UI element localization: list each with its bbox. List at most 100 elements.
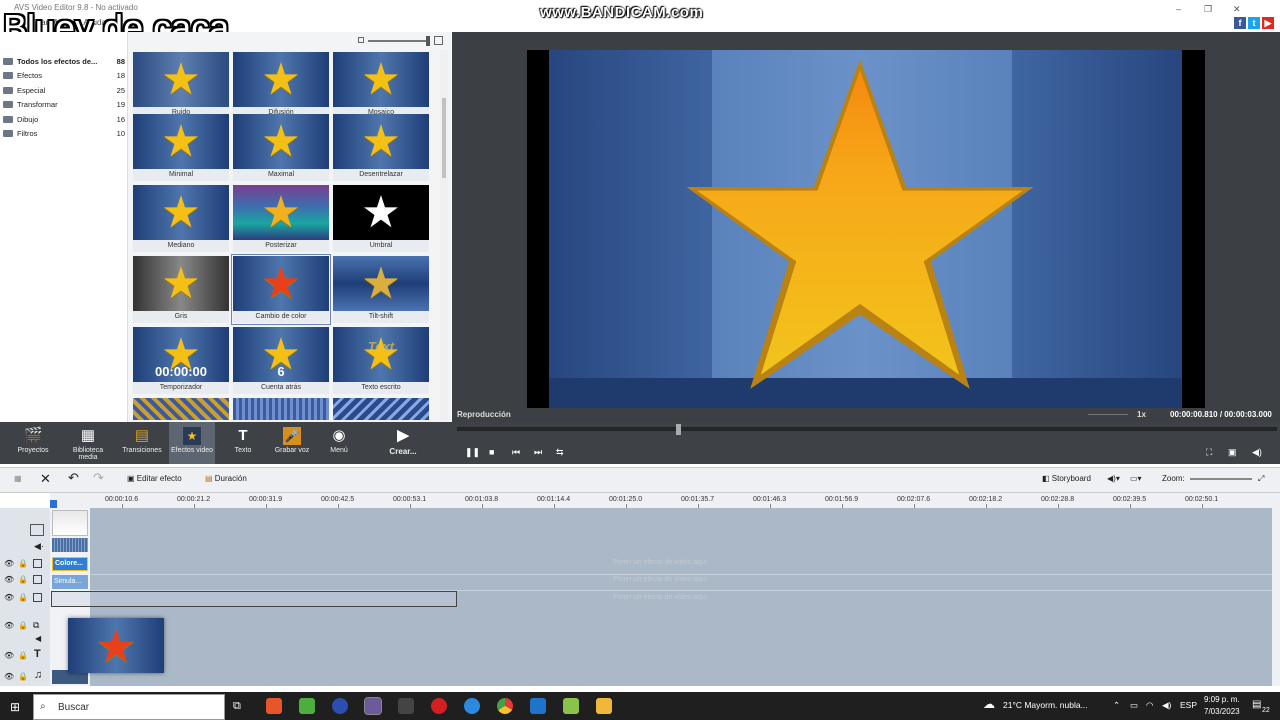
media-library-button[interactable]: ▦ Biblioteca media bbox=[65, 422, 111, 464]
file-explorer-icon[interactable] bbox=[596, 698, 612, 714]
video-effects-button[interactable]: ★ Efectos video bbox=[169, 422, 215, 464]
category-dibujo[interactable]: Dibujo 16 bbox=[3, 112, 125, 126]
pause-icon[interactable]: ❚❚ bbox=[465, 447, 480, 458]
avs-editor-icon[interactable] bbox=[364, 697, 382, 715]
category-filtros[interactable]: Filtros 10 bbox=[3, 126, 125, 140]
snapshot-icon[interactable]: ▣ bbox=[1228, 447, 1237, 458]
effect-clip-simula[interactable]: Simula... bbox=[52, 575, 88, 589]
text-button[interactable]: T Texto bbox=[220, 422, 266, 464]
effect-tile[interactable]: ★ Text Texto escrito bbox=[333, 327, 429, 394]
category-all[interactable]: Todos los efectos de... 88 bbox=[3, 54, 125, 68]
app-green-icon[interactable] bbox=[299, 698, 315, 714]
category-efectos[interactable]: Efectos 18 bbox=[3, 68, 125, 82]
youtube-icon[interactable]: ▶ bbox=[1262, 17, 1274, 29]
clock-time[interactable]: 9:09 p. m. bbox=[1204, 695, 1240, 704]
category-especial[interactable]: Especial 25 bbox=[3, 83, 125, 97]
effect-tile[interactable]: ★ Posterizar bbox=[233, 185, 329, 252]
effect-tile[interactable] bbox=[133, 398, 229, 420]
maximize-button[interactable]: ❐ bbox=[1204, 4, 1212, 15]
lock-icon[interactable]: 🔒 bbox=[18, 559, 28, 568]
fullscreen-icon[interactable]: ⛶ bbox=[1206, 447, 1212, 458]
redo-icon[interactable]: ↷ bbox=[93, 470, 104, 486]
record-voice-button[interactable]: 🎤 Grabar voz bbox=[269, 422, 315, 464]
timeline-scrollbar[interactable] bbox=[1272, 493, 1280, 686]
lock-icon[interactable]: 🔒 bbox=[18, 575, 28, 584]
effects-scrollbar[interactable] bbox=[440, 50, 448, 420]
edit-effect-button[interactable]: ▣ Editar efecto bbox=[127, 474, 182, 483]
effect-tile[interactable]: ★ Minimal bbox=[133, 114, 229, 181]
speaker-icon[interactable]: ◀) bbox=[1162, 700, 1171, 711]
effect-tile[interactable]: ★ Tilt-shift bbox=[333, 256, 429, 323]
thumbnail-slider-knob[interactable] bbox=[426, 36, 430, 46]
loop-icon[interactable]: ⇆ bbox=[556, 447, 564, 458]
drop-target-box[interactable] bbox=[51, 591, 457, 607]
projects-button[interactable]: 🎬 Proyectos bbox=[10, 422, 56, 464]
eye-icon[interactable]: 👁 bbox=[4, 559, 14, 568]
weather-icon[interactable]: ☁ bbox=[983, 697, 995, 711]
effect-tile[interactable]: ★ Desentrelazar bbox=[333, 114, 429, 181]
wifi-icon[interactable]: ◠ bbox=[1146, 700, 1153, 711]
effect-tile[interactable] bbox=[233, 398, 329, 420]
dragged-effect-thumbnail[interactable]: ★ bbox=[68, 618, 164, 673]
bandicam-icon[interactable] bbox=[431, 698, 447, 714]
language-indicator[interactable]: ESP bbox=[1180, 700, 1197, 710]
zoom-slider[interactable] bbox=[1190, 478, 1252, 480]
effect-clip-color[interactable]: Colore... bbox=[52, 557, 88, 571]
facebook-icon[interactable]: f bbox=[1234, 17, 1246, 29]
taskbar-search-box[interactable]: ⌕ Buscar bbox=[33, 694, 225, 720]
effect-tile[interactable]: ★ Mediano bbox=[133, 185, 229, 252]
category-transformar[interactable]: Transformar 19 bbox=[3, 97, 125, 111]
eye-icon[interactable]: 👁 bbox=[4, 575, 14, 584]
timeline-ruler[interactable]: 00:00:10.6 00:00:21.2 00:00:31.9 00:00:42.5… bbox=[50, 493, 1272, 508]
monitor-icon[interactable]: ▭▾ bbox=[1130, 474, 1142, 483]
duration-button[interactable]: ▤ Duración bbox=[205, 474, 247, 483]
seek-knob[interactable] bbox=[676, 424, 681, 435]
effect-tile[interactable]: ★ Umbral bbox=[333, 185, 429, 252]
close-button[interactable]: ✕ bbox=[1233, 4, 1241, 15]
windows-start-icon[interactable]: ⊞ bbox=[10, 700, 20, 714]
video-clip-thumbnail[interactable] bbox=[52, 510, 88, 536]
eye-icon[interactable]: 👁 bbox=[4, 651, 14, 660]
brave-browser-icon[interactable] bbox=[266, 698, 282, 714]
network-icon[interactable]: ▭ bbox=[1130, 700, 1138, 711]
playhead-marker[interactable] bbox=[50, 500, 57, 508]
task-view-icon[interactable]: ⧉ bbox=[233, 700, 241, 713]
next-frame-icon[interactable]: ⏭ bbox=[534, 447, 542, 458]
mute-icon[interactable]: ◀ bbox=[35, 634, 41, 643]
effect-tile[interactable]: ★ 00:00:00 Temporizador bbox=[133, 327, 229, 394]
storyboard-button[interactable]: ◧ Storyboard bbox=[1042, 474, 1091, 483]
storyboard-view-icon[interactable]: ▦ bbox=[14, 474, 22, 483]
small-view-icon[interactable] bbox=[358, 37, 364, 43]
effect-tile[interactable]: ★ Maximal bbox=[233, 114, 329, 181]
undo-icon[interactable]: ↶ bbox=[68, 470, 79, 486]
seek-bar[interactable] bbox=[457, 427, 1277, 431]
audio-icon[interactable]: ◀)▾ bbox=[1107, 474, 1120, 483]
app-blue-icon[interactable] bbox=[332, 698, 348, 714]
mail-icon[interactable] bbox=[530, 698, 546, 714]
delete-icon[interactable]: ✕ bbox=[40, 471, 51, 487]
weather-text[interactable]: 21°C Mayorm. nubla... bbox=[1003, 700, 1088, 710]
volume-slider[interactable] bbox=[1088, 414, 1128, 415]
app-icon[interactable] bbox=[563, 698, 579, 714]
tray-chevron-icon[interactable]: ⌃ bbox=[1113, 700, 1120, 711]
effect-tile[interactable] bbox=[333, 398, 429, 420]
large-view-icon[interactable] bbox=[434, 36, 443, 45]
minimize-button[interactable]: – bbox=[1176, 4, 1181, 14]
transitions-button[interactable]: ▤ Transiciones bbox=[119, 422, 165, 464]
playback-speed[interactable]: 1x bbox=[1137, 410, 1146, 419]
notification-icon[interactable]: ▤ bbox=[1252, 699, 1261, 710]
effect-tile[interactable]: ★ 6 Cuenta atrás bbox=[233, 327, 329, 394]
lock-icon[interactable]: 🔒 bbox=[18, 593, 28, 602]
eye-icon[interactable]: 👁 bbox=[4, 672, 14, 681]
eye-icon[interactable]: 👁 bbox=[4, 593, 14, 602]
lock-icon[interactable]: 🔒 bbox=[18, 621, 28, 630]
effect-tile[interactable]: ★ Mosaico bbox=[333, 52, 429, 119]
thumbnail-size-slider[interactable] bbox=[368, 40, 428, 42]
effect-tile[interactable]: ★ Gris bbox=[133, 256, 229, 323]
prev-frame-icon[interactable]: ⏮ bbox=[512, 447, 520, 458]
stop-icon[interactable]: ■ bbox=[489, 447, 494, 457]
lock-icon[interactable]: 🔒 bbox=[18, 672, 28, 681]
effect-tile[interactable]: ★ Ruido bbox=[133, 52, 229, 119]
fit-icon[interactable]: ⤢ bbox=[1258, 474, 1264, 484]
lock-icon[interactable]: 🔒 bbox=[18, 651, 28, 660]
